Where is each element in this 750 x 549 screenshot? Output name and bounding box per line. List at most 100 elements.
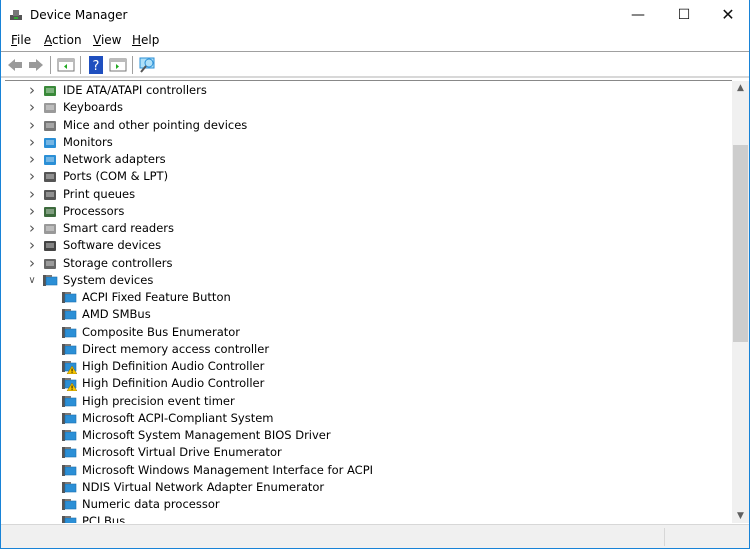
tree-item-label: Mice and other pointing devices (63, 117, 248, 132)
system-device-warning-icon (61, 359, 78, 375)
device-tree: › IDE ATA/ATAPI controllers › Keyboards › Mic… (5, 80, 732, 523)
expand-arrow-icon[interactable]: › (27, 185, 37, 203)
tree-device-item[interactable]: Microsoft Windows Management Interface f… (5, 462, 725, 479)
tree-item-label: Ports (COM & LPT) (63, 169, 169, 184)
system-device-icon (61, 480, 77, 495)
tree-device-item[interactable]: High Definition Audio Controller (5, 358, 725, 375)
tree-item-label: Storage controllers (63, 255, 173, 270)
smart-card-reader-icon (42, 221, 58, 236)
menu-help[interactable]: Help (132, 33, 159, 47)
tree-item-label: PCI Bus (82, 514, 126, 523)
help-icon[interactable]: ? (87, 56, 105, 74)
tree-item-label: Processors (63, 203, 125, 218)
forward-icon[interactable] (27, 56, 45, 74)
show-hide-console-tree-icon[interactable] (57, 56, 75, 74)
expand-arrow-icon[interactable]: › (27, 82, 37, 99)
tree-device-item[interactable]: Microsoft Virtual Drive Enumerator (5, 444, 725, 461)
tree-category[interactable]: › Smart card readers (5, 220, 725, 237)
tree-device-item[interactable]: Microsoft System Management BIOS Driver (5, 427, 725, 444)
tree-device-item[interactable]: Direct memory access controller (5, 341, 725, 358)
tree-device-item[interactable]: AMD SMBus (5, 306, 725, 323)
scrollbar-thumb[interactable] (733, 145, 748, 342)
vertical-scrollbar[interactable]: ▲ ▼ (732, 81, 749, 523)
maximize-button[interactable]: ☐ (661, 0, 707, 30)
system-devices-icon (42, 273, 58, 288)
software-device-icon (42, 238, 58, 253)
minimize-button[interactable]: — (615, 0, 661, 30)
toolbar-separator (50, 56, 51, 74)
tree-category[interactable]: › Keyboards (5, 99, 725, 116)
collapse-arrow-icon[interactable]: ∨ (27, 272, 37, 289)
tree-item-label: Network adapters (63, 152, 166, 166)
expand-arrow-icon[interactable]: › (27, 116, 37, 134)
window-title: Device Manager (30, 8, 128, 22)
expand-arrow-icon[interactable]: › (27, 202, 37, 220)
printer-icon (42, 187, 58, 202)
menu-action[interactable]: Action (44, 33, 82, 47)
tree-category[interactable]: › Mice and other pointing devices (5, 116, 725, 134)
status-bar (1, 524, 749, 548)
tree-device-item[interactable]: Composite Bus Enumerator (5, 324, 725, 341)
tree-device-item[interactable]: ACPI Fixed Feature Button (5, 289, 725, 306)
tree-item-label: Microsoft Virtual Drive Enumerator (82, 445, 282, 460)
svg-text:?: ? (93, 59, 100, 74)
toolbar: ? (1, 51, 749, 78)
tree-category[interactable]: › Print queues (5, 185, 725, 203)
tree-category[interactable]: › Software devices (5, 237, 725, 254)
expand-arrow-icon[interactable]: › (27, 99, 37, 116)
menu-bar: File Action View Help (1, 31, 749, 51)
tree-category[interactable]: › Storage controllers (5, 254, 725, 272)
tree-category[interactable]: › Ports (COM & LPT) (5, 168, 725, 185)
system-device-icon (61, 463, 77, 478)
tree-item-label: Microsoft Windows Management Interface f… (82, 462, 374, 477)
tree-item-label: Direct memory access controller (82, 341, 270, 356)
menu-view[interactable]: View (93, 33, 121, 47)
tree-item-label: High Definition Audio Controller (82, 359, 265, 373)
scan-hardware-icon[interactable] (139, 56, 157, 74)
expand-arrow-icon[interactable]: › (27, 168, 37, 185)
menu-file[interactable]: File (11, 33, 31, 47)
tree-item-label: System devices (63, 272, 154, 287)
status-divider (664, 528, 665, 546)
tree-item-label: High precision event timer (82, 393, 235, 408)
tree-category[interactable]: ∨ System devices (5, 272, 725, 289)
tree-device-item[interactable]: Microsoft ACPI-Compliant System (5, 410, 725, 427)
tree-device-item[interactable]: Numeric data processor (5, 496, 725, 513)
tree-device-item[interactable]: High Definition Audio Controller (5, 375, 725, 392)
action-pane-icon[interactable] (109, 56, 127, 74)
expand-arrow-icon[interactable]: › (27, 254, 37, 272)
expand-arrow-icon[interactable]: › (27, 133, 37, 151)
close-button[interactable]: ✕ (705, 0, 750, 30)
system-device-icon (61, 411, 77, 426)
tree-category[interactable]: › IDE ATA/ATAPI controllers (5, 82, 725, 99)
tree-item-label: IDE ATA/ATAPI controllers (63, 83, 207, 97)
tree-item-label: Smart card readers (63, 221, 174, 235)
scroll-down-arrow[interactable]: ▼ (732, 511, 749, 521)
tree-item-label: Software devices (63, 238, 162, 253)
keyboard-icon (42, 100, 58, 115)
tree-device-item[interactable]: High precision event timer (5, 393, 725, 410)
tree-category[interactable]: › Processors (5, 202, 725, 220)
tree-item-label: Keyboards (63, 100, 124, 115)
tree-device-item[interactable]: PCI Bus (5, 513, 725, 523)
toolbar-separator (132, 56, 133, 74)
expand-arrow-icon[interactable]: › (27, 151, 37, 168)
system-device-icon (61, 394, 77, 409)
back-icon[interactable] (6, 56, 24, 74)
expand-arrow-icon[interactable]: › (27, 220, 37, 237)
expand-arrow-icon[interactable]: › (27, 237, 37, 254)
device-manager-app-icon (10, 10, 22, 20)
system-device-icon (61, 445, 77, 460)
tree-category[interactable]: › Monitors (5, 133, 725, 151)
system-device-icon (61, 342, 77, 357)
scroll-up-arrow[interactable]: ▲ (732, 83, 749, 93)
system-device-icon (61, 307, 77, 322)
mouse-icon (42, 118, 58, 133)
processor-icon (42, 204, 58, 219)
system-device-icon (61, 428, 77, 443)
tree-item-label: High Definition Audio Controller (82, 376, 265, 391)
tree-category[interactable]: › Network adapters (5, 151, 725, 168)
ide-controller-icon (42, 83, 58, 98)
tree-item-label: ACPI Fixed Feature Button (82, 290, 231, 304)
tree-device-item[interactable]: NDIS Virtual Network Adapter Enumerator (5, 479, 725, 496)
